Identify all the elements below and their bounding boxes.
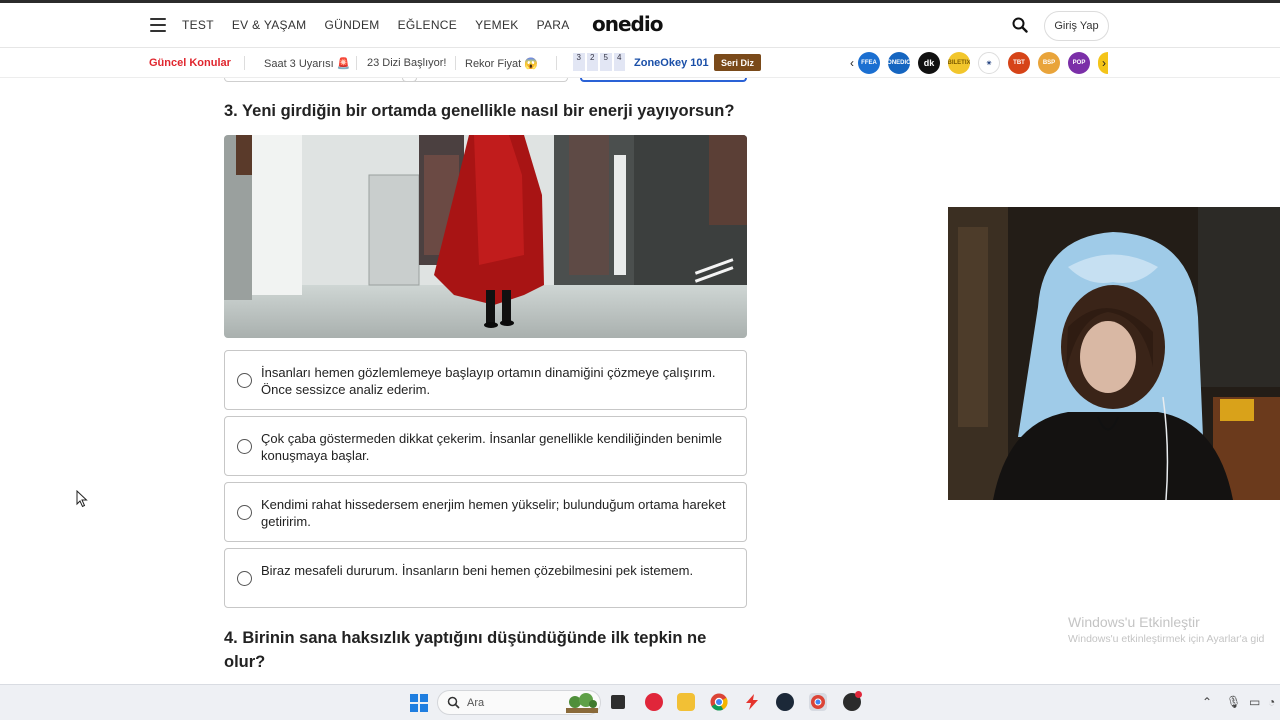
opera-icon[interactable] [645, 693, 663, 711]
microphone-icon[interactable]: 🎙 [1226, 695, 1241, 709]
activation-subtitle: Windows'u etkinleştirmek için Ayarlar'a … [1068, 633, 1265, 645]
search-icon[interactable] [1012, 17, 1028, 33]
question-image [224, 135, 747, 338]
windows-start-icon[interactable] [410, 694, 428, 712]
site-header: TEST EV & YAŞAM GÜNDEM EĞLENCE YEMEK PAR… [0, 3, 1280, 48]
previous-option-edge [224, 78, 417, 82]
score-digit: 2 [586, 53, 598, 71]
zoneokey-link[interactable]: ZoneOkey 101 [634, 57, 709, 69]
radio-button[interactable] [237, 571, 252, 586]
steam-icon[interactable] [776, 693, 794, 711]
nav-yemek[interactable]: YEMEK [475, 18, 519, 32]
network-icon[interactable]: ◔ [1268, 695, 1275, 709]
files-icon[interactable] [611, 695, 625, 709]
page: TEST EV & YAŞAM GÜNDEM EĞLENCE YEMEK PAR… [0, 0, 1280, 720]
answer-text: Kendimi rahat hissedersem enerjim hemen … [261, 497, 726, 529]
brand-logo[interactable]: BILETIX [948, 52, 970, 74]
webcam-overlay [948, 207, 1280, 500]
divider [244, 56, 245, 70]
nav-eglence[interactable]: EĞLENCE [398, 18, 457, 32]
score-digit: 4 [613, 53, 625, 71]
previous-option-edge [580, 78, 747, 82]
windows-activation-watermark: Windows'u Etkinleştir Windows'u etkinleş… [1068, 614, 1264, 645]
game-score-badge[interactable]: 3 2 5 4 [573, 53, 625, 71]
answer-option[interactable]: Çok çaba göstermeden dikkat çekerim. İns… [224, 416, 747, 476]
brand-logo[interactable]: ONEDIO [888, 52, 910, 74]
bolt-icon[interactable] [743, 693, 761, 711]
nav-para[interactable]: PARA [537, 18, 570, 32]
nav-ev-yasam[interactable]: EV & YAŞAM [232, 18, 307, 32]
brand-logo[interactable]: TBT [1008, 52, 1030, 74]
question-3-title: 3. Yeni girdiğin bir ortamda genellikle … [224, 102, 735, 120]
brand-logo[interactable]: ✳ [978, 52, 1000, 74]
seri-diz-button[interactable]: Seri Diz [714, 54, 761, 71]
taskbar-search[interactable]: Ara [437, 690, 601, 715]
score-digit: 3 [573, 53, 585, 71]
search-highlight-icon [566, 693, 598, 713]
answer-option[interactable]: Kendimi rahat hissedersem enerjim hemen … [224, 482, 747, 542]
notification-dot-icon [855, 691, 862, 698]
display-icon[interactable]: ▭ [1249, 695, 1260, 709]
divider [455, 56, 456, 70]
search-icon [447, 696, 460, 709]
answer-text: İnsanları hemen gözlemlemeye başlayıp or… [261, 365, 716, 397]
topics-bar: Güncel Konular Saat 3 Uyarısı 🚨 23 Dizi … [0, 49, 1280, 78]
activation-title: Windows'u Etkinleştir [1068, 614, 1200, 630]
nav-gundem[interactable]: GÜNDEM [324, 18, 379, 32]
previous-option-edge [402, 78, 568, 82]
brand-logo[interactable]: FFEA [858, 52, 880, 74]
answer-options: İnsanları hemen gözlemlemeye başlayıp or… [224, 350, 747, 614]
divider [356, 56, 357, 70]
divider [556, 56, 557, 70]
nav-test[interactable]: TEST [182, 18, 214, 32]
brand-logo[interactable]: POP [1068, 52, 1090, 74]
radio-button[interactable] [237, 505, 252, 520]
chevron-right-icon[interactable]: › [1102, 56, 1106, 70]
radio-button[interactable] [237, 373, 252, 388]
answer-text: Çok çaba göstermeden dikkat çekerim. İns… [261, 431, 723, 463]
brand-logo[interactable]: dk [918, 52, 940, 74]
chevron-left-icon[interactable]: ‹ [850, 56, 854, 70]
mouse-cursor-icon [76, 490, 88, 508]
chevron-up-icon[interactable]: ⌃ [1202, 695, 1212, 709]
answer-text: Biraz mesafeli dururum. İnsanların beni … [261, 563, 694, 578]
answer-option[interactable]: Biraz mesafeli dururum. İnsanların beni … [224, 548, 747, 608]
login-button[interactable]: Giriş Yap [1044, 11, 1109, 41]
answer-option[interactable]: İnsanları hemen gözlemlemeye başlayıp or… [224, 350, 747, 410]
question-4-title: 4. Birinin sana haksızlık yaptığını düşü… [224, 629, 707, 671]
score-digit: 5 [600, 53, 612, 71]
menu-icon[interactable] [150, 18, 166, 32]
brand-logo[interactable]: BSP [1038, 52, 1060, 74]
topic-link[interactable]: Saat 3 Uyarısı 🚨 [264, 57, 350, 70]
taskbar: Ara ⌃ 🎙 ▭ ◔ [0, 684, 1280, 720]
topic-link[interactable]: Rekor Fiyat 😱 [465, 57, 538, 70]
chrome-beta-icon[interactable] [809, 693, 827, 711]
folder-icon[interactable] [677, 693, 695, 711]
chrome-icon[interactable] [710, 693, 728, 711]
main-nav: TEST EV & YAŞAM GÜNDEM EĞLENCE YEMEK PAR… [182, 18, 588, 32]
topic-link[interactable]: 23 Dizi Başlıyor! [367, 57, 446, 69]
site-logo[interactable]: onedio [592, 12, 663, 36]
search-label: Ara [467, 697, 485, 709]
current-topics-label: Güncel Konular [149, 57, 231, 69]
radio-button[interactable] [237, 439, 252, 454]
brand-carousel: FFEA ONEDIO dk BILETIX ✳ TBT BSP POP [858, 52, 1108, 74]
